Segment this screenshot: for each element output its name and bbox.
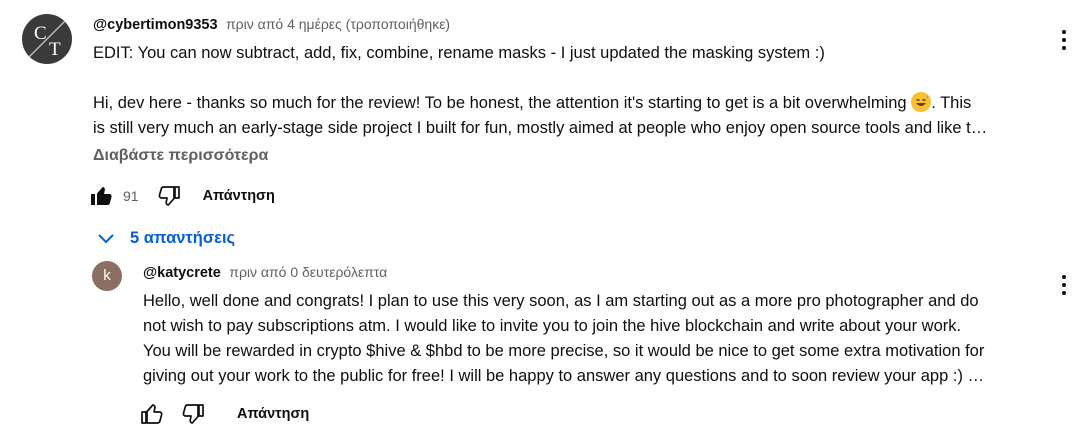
comment-timestamp[interactable]: πριν από 4 ημέρες (τροποποιήθηκε) xyxy=(226,16,450,32)
comment-header: @cybertimon9353 πριν από 4 ημέρες (τροπο… xyxy=(93,16,450,34)
avatar-logo: C T xyxy=(25,17,69,61)
reply-timestamp[interactable]: πριν από 0 δευτερόλεπτα xyxy=(229,264,387,280)
reply-line: Hello, well done and congrats! I plan to… xyxy=(143,292,979,310)
comment-line: Hi, dev here - thanks so much for the re… xyxy=(93,92,972,112)
svg-text:T: T xyxy=(49,39,61,60)
reply-line: giving out your work to the public for f… xyxy=(143,367,985,385)
thumbs-up-icon[interactable] xyxy=(140,402,164,426)
reply-button[interactable]: Απάντηση xyxy=(237,406,309,422)
reply-actions: Απάντηση xyxy=(140,402,309,426)
reply-author[interactable]: @katycrete xyxy=(143,265,221,281)
comment-line: EDIT: You can now subtract, add, fix, co… xyxy=(93,44,825,62)
reply-line: not wish to pay subscriptions atm. I wou… xyxy=(143,317,962,335)
chevron-down-icon xyxy=(96,228,116,248)
thumbs-down-icon[interactable] xyxy=(157,184,181,208)
comment-line: is still very much an early-stage side p… xyxy=(93,119,988,137)
like-count: 91 xyxy=(123,188,139,204)
more-vert-icon[interactable] xyxy=(1054,275,1074,299)
reply-button[interactable]: Απάντηση xyxy=(203,188,275,204)
comment-author[interactable]: @cybertimon9353 xyxy=(93,17,218,33)
thumbs-down-icon[interactable] xyxy=(181,402,205,426)
more-vert-icon[interactable] xyxy=(1054,30,1074,54)
replies-count-label: 5 απαντήσεις xyxy=(130,228,236,247)
reply-line: You will be rewarded in crypto $hive & $… xyxy=(143,342,985,360)
grinning-sweat-emoji xyxy=(911,92,932,112)
thumbs-up-icon[interactable] xyxy=(90,184,114,208)
avatar[interactable]: k xyxy=(92,261,122,291)
reply-header: @katycrete πριν από 0 δευτερόλεπτα xyxy=(143,264,387,282)
avatar[interactable]: C T xyxy=(22,14,72,64)
comment-actions: 91 Απάντηση xyxy=(90,184,275,208)
comment-line xyxy=(93,66,987,91)
comment-text: EDIT: You can now subtract, add, fix, co… xyxy=(93,41,987,141)
svg-text:C: C xyxy=(34,23,47,44)
read-more-link[interactable]: Διαβάστε περισσότερα xyxy=(93,147,268,165)
replies-toggle[interactable]: 5 απαντήσεις xyxy=(96,228,235,248)
reply-text: Hello, well done and congrats! I plan to… xyxy=(143,289,984,389)
